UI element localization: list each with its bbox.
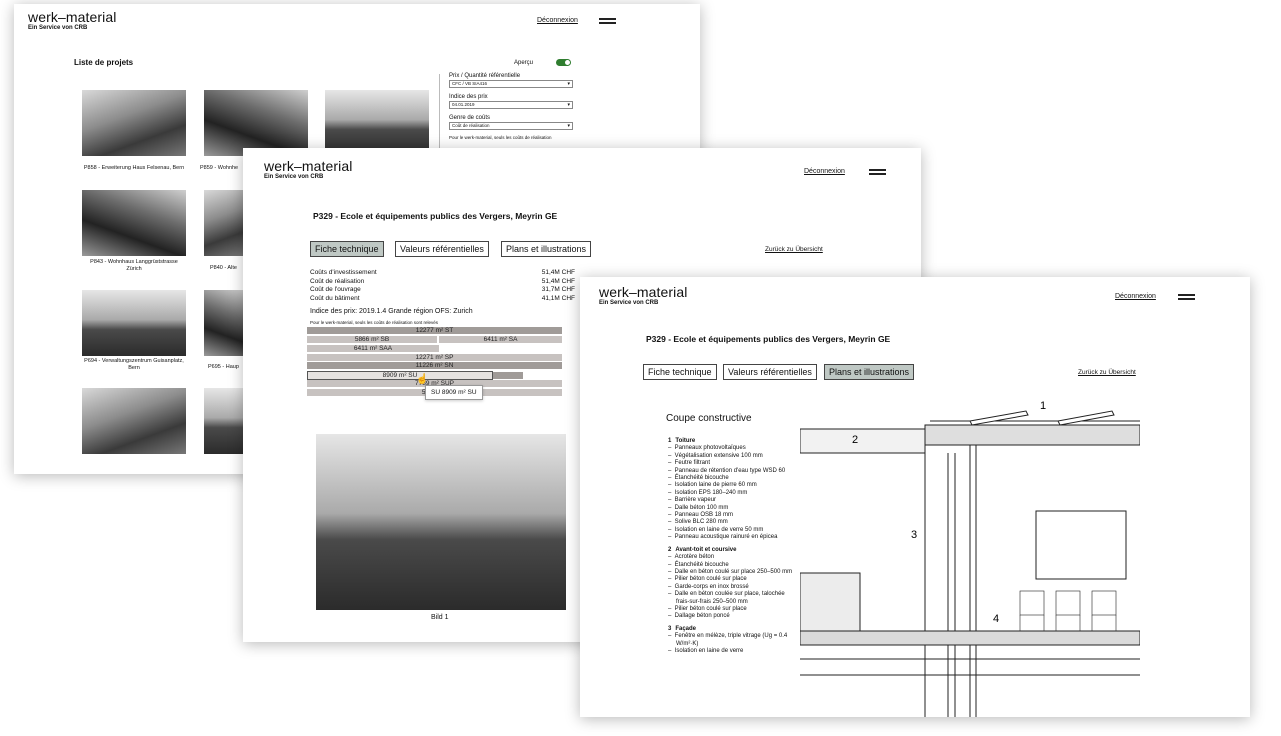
cost-row: Coût du bâtiment 41,1M CHF	[310, 294, 575, 302]
legend-item: – Isolation en laine de verre 50 mm	[668, 526, 764, 533]
project-thumbnail[interactable]	[82, 90, 186, 156]
tab-valeurs-referentielles[interactable]: Valeurs référentielles	[723, 364, 817, 380]
apercu-label: Aperçu	[514, 60, 534, 66]
legend-item: – Panneaux photovoltaïques	[668, 445, 746, 452]
cost-type-select[interactable]: Coût de réalisation	[449, 122, 573, 130]
section-drawing: 1 2 3 4	[800, 400, 1140, 717]
legend-item: – Isolation en laine de verre	[668, 647, 744, 654]
project-photo[interactable]	[316, 434, 566, 610]
legend-item: – Dallage béton poncé	[668, 613, 730, 620]
back-to-overview-link[interactable]: Zurück zu Übersicht	[765, 246, 823, 253]
legend-item: – Panneau OSB 18 mm	[668, 512, 734, 519]
page-title: Liste de projets	[74, 58, 134, 67]
logout-link[interactable]: Déconnexion	[537, 17, 578, 24]
section-title: Coupe constructive	[666, 413, 752, 424]
area-bar[interactable]: 6411 m² SAA	[307, 345, 439, 352]
legend-item: – Végétalisation extensive 100 mm	[668, 452, 763, 459]
legend-item: – Isolation laine de pierre 60 mm	[668, 482, 757, 489]
tab-fiche-technique[interactable]: Fiche technique	[310, 241, 384, 257]
apercu-toggle[interactable]	[556, 59, 571, 66]
legend-item: – Panneau de rétention d'eau type WSD 60	[668, 467, 786, 474]
cost-list: Coûts d'investissement 51,4M CHF Coût de …	[310, 269, 575, 303]
tab-valeurs-referentielles[interactable]: Valeurs référentielles	[395, 241, 489, 257]
plans-window: werk–material Ein Service von CRB Déconn…	[580, 277, 1250, 717]
project-caption[interactable]: P843 - Wohnhaus Langgrüststrasse Zürich	[82, 259, 186, 273]
area-bar[interactable]: 6411 m² SA	[439, 336, 562, 343]
project-caption[interactable]: P694 - Verwaltungszentrum Guisanplatz, B…	[78, 358, 190, 372]
legend-item: – Garde-corps en inox brossé	[668, 583, 749, 590]
project-thumbnail[interactable]	[82, 388, 186, 454]
cursor-icon: ☝	[416, 374, 429, 385]
legend-item: – Barrière vapeur	[668, 497, 717, 504]
drawing-label-4: 4	[993, 613, 999, 625]
legend-group-title: 1 Toiture	[668, 438, 696, 444]
reference-select[interactable]: CFC / VB SIA416	[449, 80, 573, 88]
menu-icon[interactable]	[869, 169, 886, 175]
drawing-label-3: 3	[911, 529, 917, 541]
drawing-label-1: 1	[1040, 400, 1046, 412]
filter-panel: Prix / Quantité référentielle CFC / VB S…	[449, 72, 573, 140]
project-thumbnail[interactable]	[82, 190, 186, 256]
back-to-overview-link[interactable]: Zurück zu Übersicht	[1078, 369, 1136, 376]
project-caption[interactable]: P858 - Erweiterung Haus Felsenau, Bern	[74, 165, 194, 172]
logout-link[interactable]: Déconnexion	[1115, 293, 1156, 300]
project-title: P329 - Ecole et équipements publics des …	[646, 334, 891, 344]
legend-item: – Dalle en béton coulée sur place, taloc…	[668, 591, 785, 605]
area-bar-highlighted[interactable]: 8909 m² SU	[307, 371, 493, 380]
tab-plans-illustrations[interactable]: Plans et illustrations	[501, 241, 592, 257]
project-thumbnail[interactable]	[204, 290, 244, 356]
legend-group-title: 2 Avant-toit et coursive	[668, 546, 737, 553]
project-thumbnail[interactable]	[82, 290, 186, 356]
figure-caption: Bild 1	[431, 614, 449, 621]
price-index-select[interactable]: 04.01.2019	[449, 101, 573, 109]
area-bar[interactable]: 11226 m² SN	[307, 362, 562, 369]
legend-item: – Solive BLC 280 mm	[668, 519, 728, 526]
price-index: Indice des prix: 2019.1.4 Grande région …	[310, 308, 473, 315]
legend-item: – Feutre filtrant	[668, 460, 711, 467]
legend-group-title: 3 Façade	[668, 625, 697, 632]
legend-item: – Pilier béton coulé sur place	[668, 605, 747, 612]
tab-fiche-technique[interactable]: Fiche technique	[643, 364, 717, 380]
area-bar[interactable]: 12277 m² ST	[307, 327, 562, 334]
legend-item: – Étanchéité bicouche	[668, 475, 729, 482]
project-thumbnail[interactable]	[325, 90, 429, 156]
menu-icon[interactable]	[599, 18, 616, 24]
area-bar[interactable]: 12271 m² SP	[307, 354, 562, 361]
cost-row: Coûts d'investissement 51,4M CHF	[310, 269, 575, 276]
legend-item: – Dalle béton 100 mm	[668, 504, 729, 511]
legend-item: – Dalle en béton coulé sur place 250–500…	[668, 568, 793, 575]
project-caption[interactable]: P695 - Haup	[208, 364, 248, 371]
cost-note: Pour le werk-material, seuls les coûts d…	[310, 320, 439, 325]
logo[interactable]: werk–material Ein Service von CRB	[599, 285, 687, 307]
area-bar[interactable]: 5866 m² SB	[307, 336, 437, 343]
project-thumbnail[interactable]	[204, 388, 244, 454]
logo[interactable]: werk–material Ein Service von CRB	[28, 10, 116, 32]
filter-note: Pour le werk-material, seuls les coûts d…	[449, 135, 552, 140]
area-bar[interactable]	[493, 372, 523, 379]
logout-link[interactable]: Déconnexion	[804, 168, 845, 175]
project-thumbnail[interactable]	[204, 90, 308, 156]
bar-tooltip: SU 8909 m² SU	[425, 385, 483, 400]
logo[interactable]: werk–material Ein Service von CRB	[264, 159, 352, 181]
legend-item: – Acrotère béton	[668, 554, 715, 561]
legend-item: – Fenêtre en mélèze, triple vitrage (Ug …	[668, 633, 788, 647]
drawing-label-2: 2	[852, 434, 858, 446]
construction-legend: 1 Toiture – Panneaux photovoltaïques – Végé…	[668, 438, 798, 655]
menu-icon[interactable]	[1178, 294, 1195, 300]
project-thumbnail[interactable]	[204, 190, 244, 256]
cost-row: Coût de réalisation 51,4M CHF	[310, 277, 575, 285]
legend-item: – Isolation EPS 180–240 mm	[668, 489, 748, 496]
cost-row: Coût de l'ouvrage 31,7M CHF	[310, 286, 575, 293]
tab-plans-illustrations[interactable]: Plans et illustrations	[824, 364, 915, 380]
project-title: P329 - Ecole et équipements publics des …	[313, 211, 558, 221]
legend-item: – Panneau acoustique rainuré en épicea	[668, 534, 778, 541]
legend-item: – Pilier béton coulé sur place	[668, 576, 747, 583]
legend-item: – Étanchéité bicouche	[668, 561, 729, 568]
